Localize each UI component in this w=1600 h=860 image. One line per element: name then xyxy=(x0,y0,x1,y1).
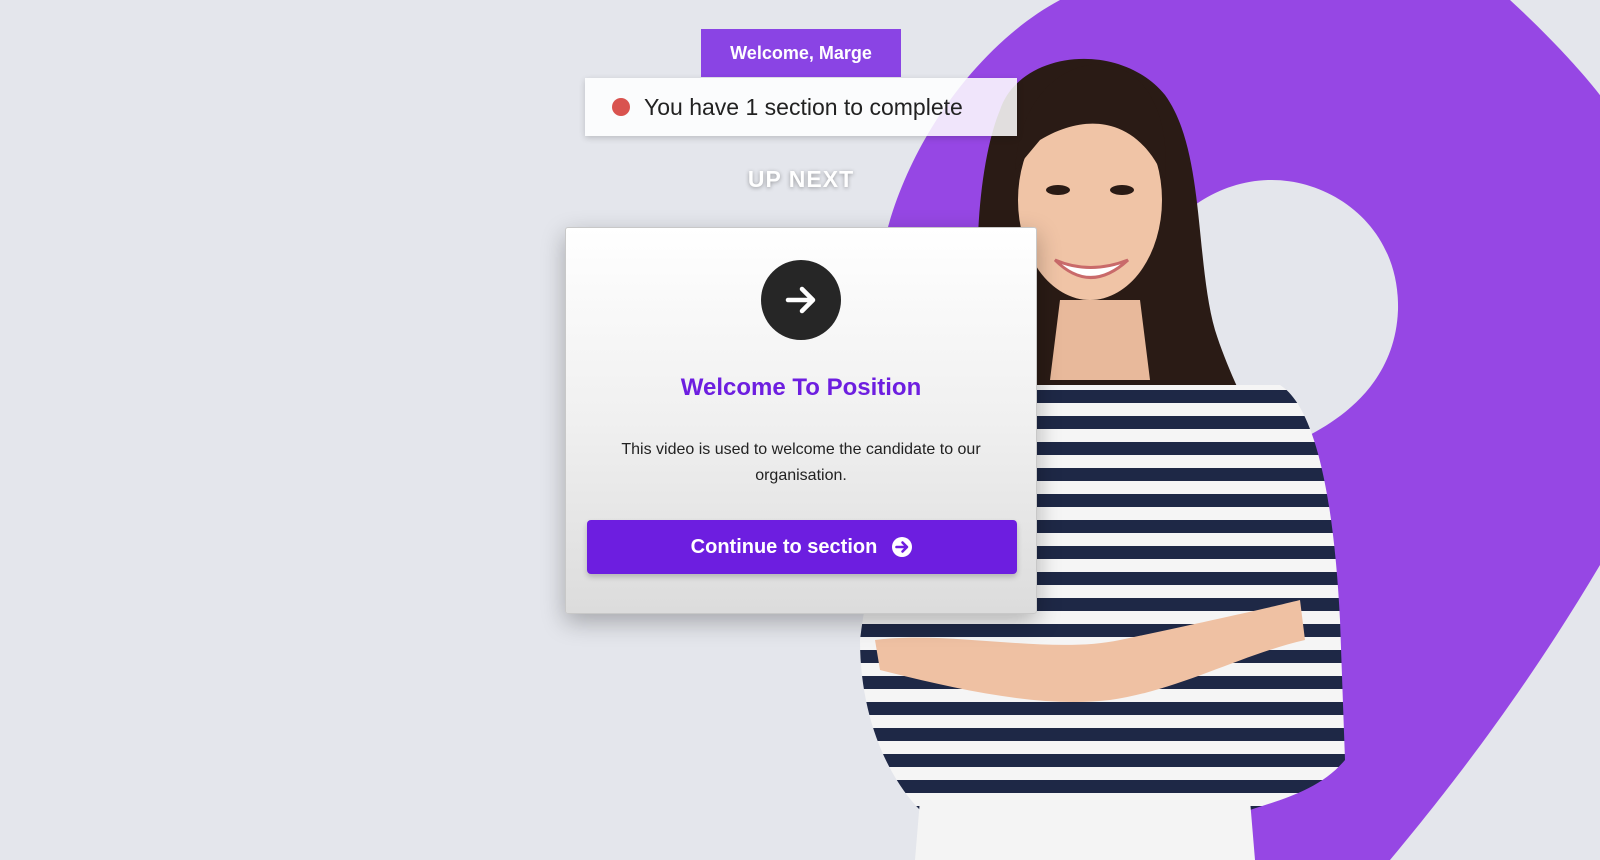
up-next-heading: UP NEXT xyxy=(747,166,855,192)
white-pants xyxy=(915,800,1255,860)
neck xyxy=(1050,300,1150,380)
continue-button-label: Continue to section xyxy=(690,535,878,558)
section-title: Welcome To Position xyxy=(680,374,922,401)
right-eye xyxy=(1110,185,1134,195)
arrow-circle-right-icon xyxy=(891,536,913,558)
status-dot-icon xyxy=(612,98,630,116)
status-text: You have 1 section to complete xyxy=(644,93,963,120)
left-eye xyxy=(1046,185,1070,195)
section-description: This video is used to welcome the candid… xyxy=(621,441,981,484)
sections-status: You have 1 section to complete xyxy=(585,78,1017,136)
continue-to-section-button[interactable]: Continue to section xyxy=(587,520,1017,574)
next-section-card: Welcome To Position This video is used t… xyxy=(565,227,1037,614)
welcome-banner: Welcome, Marge xyxy=(701,29,901,77)
arrow-right-icon xyxy=(761,260,841,340)
